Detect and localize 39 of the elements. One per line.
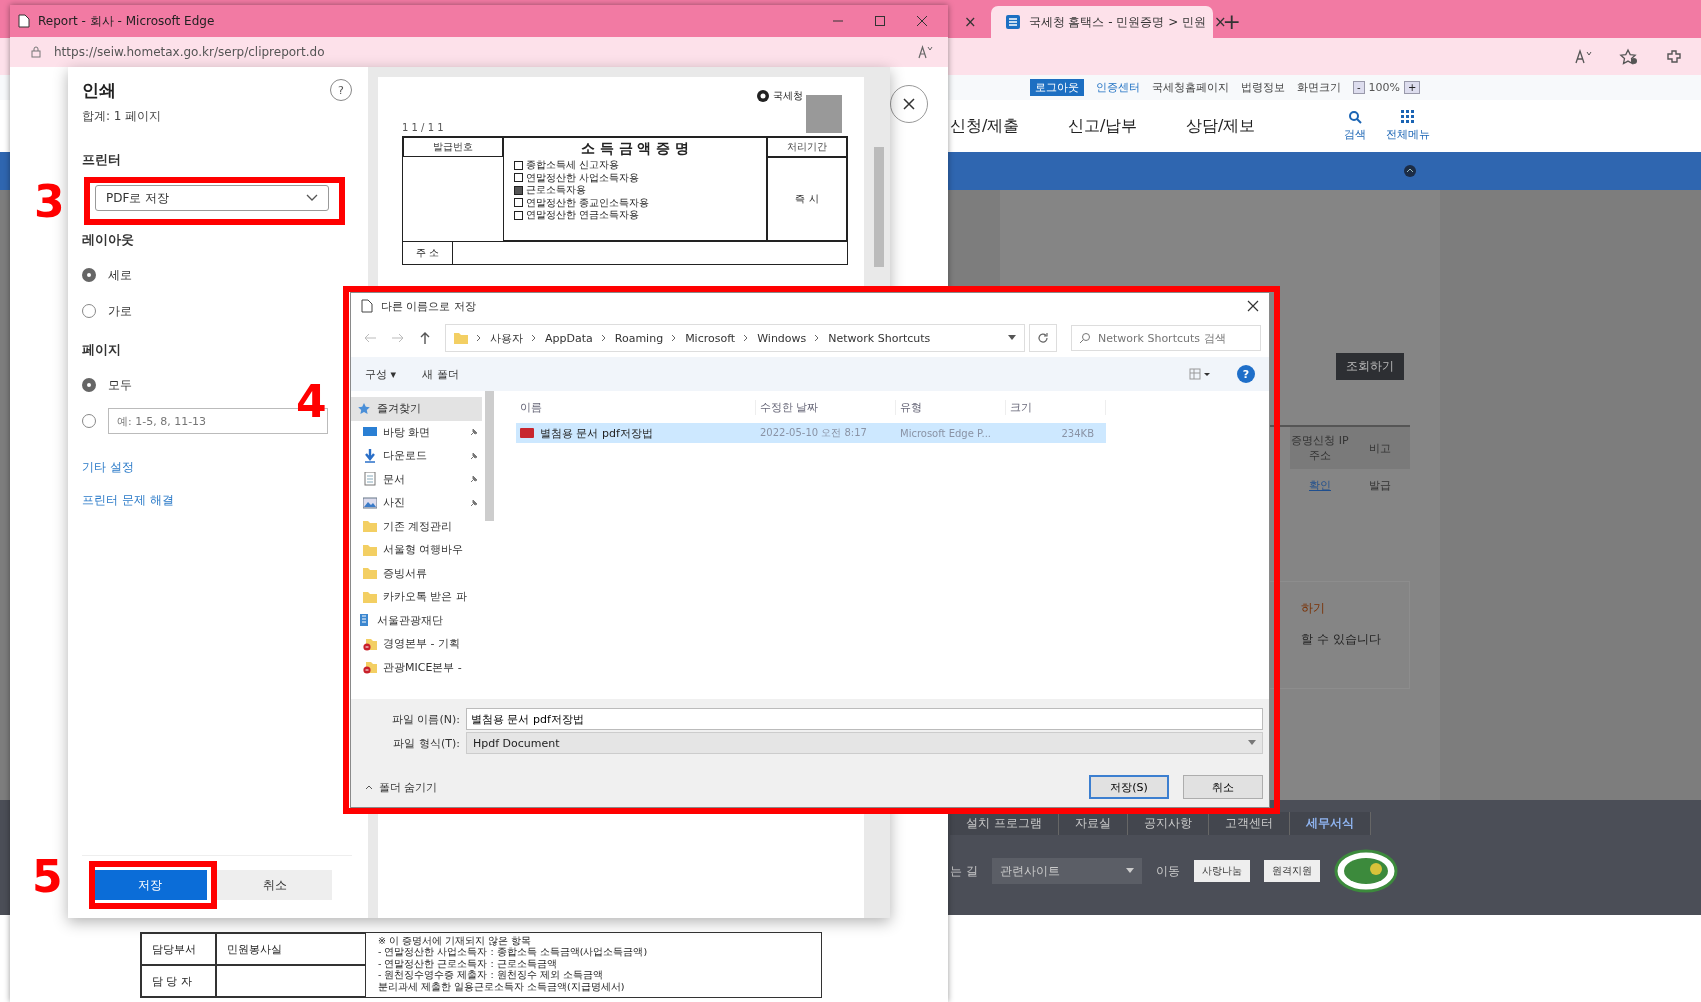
note-text: ※ 이 증명서에 기재되지 않은 항목 <box>378 935 533 947</box>
page-count: 합계: 1 페이지 <box>82 108 162 125</box>
column-header: 증명신청 IP주소 <box>1290 427 1350 469</box>
table-cell-text: 발급 <box>1368 477 1392 494</box>
tab-title: 국세청 홈택스 - 민원증명 > 민원 <box>1028 13 1207 31</box>
table-header: 발급번호 <box>403 137 503 157</box>
note-text: - 원천징수영수증 제출자 : 원천징수 제외 소득금액 <box>378 969 604 981</box>
field-label: 파일 형식(T): <box>392 735 461 751</box>
agency-name: 국세청 <box>773 89 803 103</box>
table-header: 주 소 <box>403 242 453 264</box>
checkbox-label: 연말정산한 사업소득자용 <box>526 171 640 184</box>
checkbox-label: 종합소득세 신고자용 <box>526 159 620 172</box>
table-cell: 즉 시 <box>767 157 847 241</box>
footer-text: 는 길 <box>950 862 978 880</box>
notice-text: 할 수 있습니다 <box>1301 631 1382 648</box>
step-number: 3 <box>34 180 65 224</box>
section-label: 페이지 <box>82 341 122 359</box>
column-header: 비고 <box>1350 427 1410 469</box>
notice-heading: 하기 <box>1301 600 1326 617</box>
step-number: 5 <box>32 855 63 899</box>
table-cell: 민원봉사실 <box>216 933 366 965</box>
field-label: 파일 이름(N): <box>391 711 461 727</box>
table-cell: 담 당 자 <box>141 965 216 997</box>
window-title: Report - 회사 - Microsoft Edge <box>38 12 215 30</box>
checkbox-label: 연말정산한 연금소득자용 <box>526 209 640 222</box>
table-cell: 담당부서 <box>141 933 216 965</box>
dialog-title: 인쇄 <box>82 79 117 102</box>
section-label: 프린터 <box>82 151 122 169</box>
dialog-title: 다른 이름으로 저장 <box>381 298 476 314</box>
note-text: - 연말정산한 근로소득자 : 근로소득금액 <box>378 957 558 970</box>
checkbox-label: 연말정산한 종교인소득자용 <box>526 196 650 209</box>
table-header: 처리기간 <box>767 137 847 157</box>
checkbox-label: 근로소득자용 <box>526 184 586 197</box>
note-text: - 연말정산한 사업소득자 : 종합소득 소득금액(사업소득금액) <box>378 946 649 958</box>
zoom-value: 100% <box>1368 81 1401 94</box>
note-text: 분리과세 제출한 일용근로소득자 소득금액(지급명세서) <box>378 980 626 992</box>
page-number: 1 1 / 1 1 <box>402 122 444 133</box>
section-label: 레이아웃 <box>82 231 135 249</box>
document-title: 소 득 금 액 증 명 <box>579 140 691 158</box>
